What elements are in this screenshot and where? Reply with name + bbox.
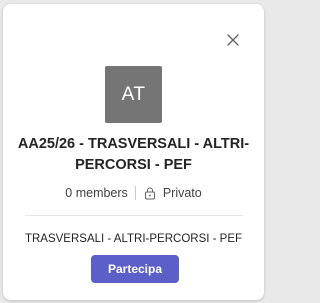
close-icon	[227, 34, 239, 46]
join-button-label: Partecipa	[107, 262, 163, 276]
privacy-label: Privato	[162, 186, 202, 200]
team-title: AA25/26 - TRASVERSALI - ALTRI-PERCORSI -…	[17, 136, 250, 173]
team-meta: 0 members Privato	[3, 184, 264, 202]
close-button[interactable]	[225, 32, 241, 48]
member-count: 0 members	[65, 186, 128, 200]
team-avatar: AT	[105, 66, 162, 123]
team-card: AT AA25/26 - TRASVERSALI - ALTRI-PERCORS…	[3, 4, 264, 300]
meta-divider	[134, 186, 136, 200]
team-description: TRASVERSALI - ALTRI-PERCORSI - PEF	[24, 233, 243, 245]
divider	[25, 215, 243, 216]
avatar-initials: AT	[121, 83, 146, 105]
lock-icon	[144, 187, 156, 200]
join-button[interactable]: Partecipa	[91, 255, 179, 283]
